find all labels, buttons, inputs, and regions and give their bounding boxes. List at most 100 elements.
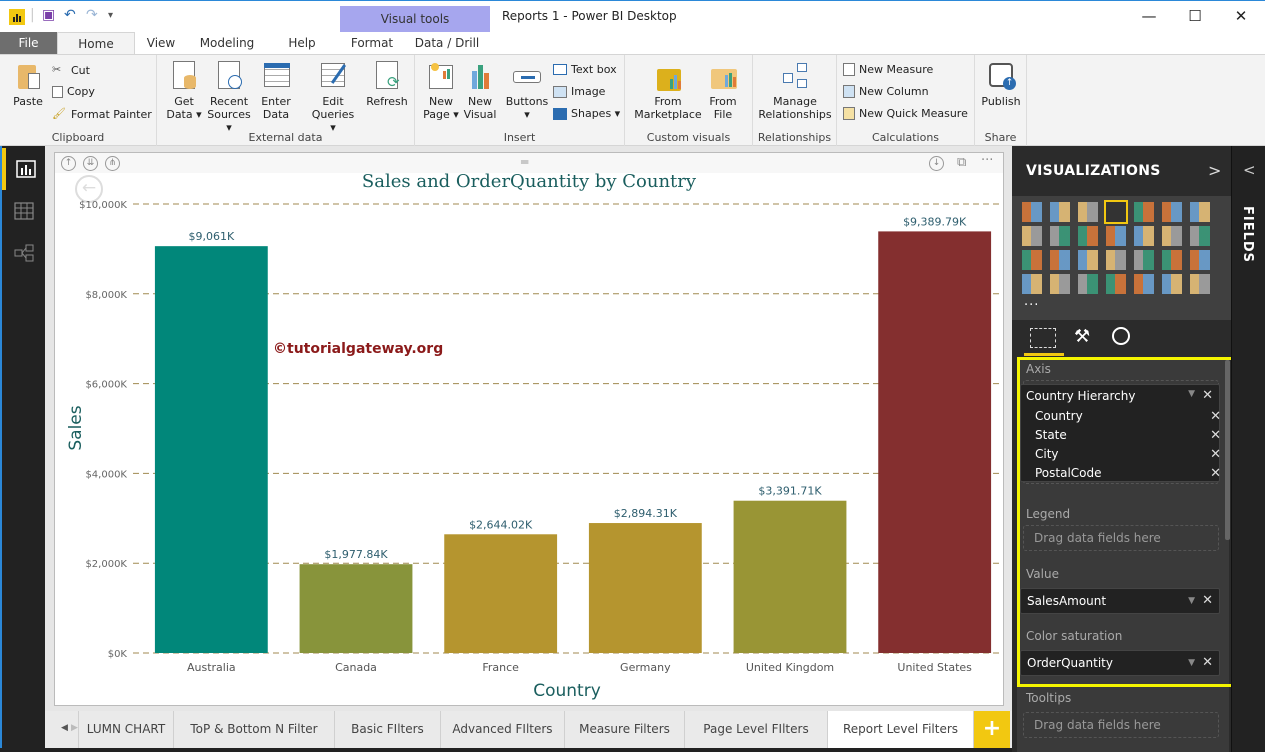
map-icon[interactable]: [1106, 250, 1126, 270]
format-painter-button[interactable]: 🖌 Format Painter: [52, 107, 152, 121]
ribbon-chart-icon[interactable]: [1134, 226, 1154, 246]
pie-chart-icon[interactable]: [1022, 250, 1042, 270]
remove-level-icon[interactable]: ✕: [1210, 447, 1221, 462]
remove-level-icon[interactable]: ✕: [1210, 428, 1221, 443]
maximize-button[interactable]: ☐: [1172, 5, 1218, 29]
remove-field-icon[interactable]: ✕: [1202, 589, 1213, 613]
from-file-button[interactable]: From File: [705, 61, 741, 121]
page-tab-active[interactable]: Report Level Filters: [828, 711, 974, 748]
cut-button[interactable]: ✂ Cut: [52, 63, 90, 77]
manage-relationships-button[interactable]: Manage Relationships: [755, 61, 835, 121]
add-page-button[interactable]: +: [974, 711, 1010, 748]
r-script-visual-icon[interactable]: [1190, 274, 1210, 294]
100-stacked-column-chart-icon[interactable]: [1162, 202, 1182, 222]
column-chart-visual[interactable]: ↑ ⇊ ⋔ ═ ↓ ⧉ ··· ← Sales and OrderQuantit…: [54, 152, 1004, 706]
clustered-column-chart-icon[interactable]: [1104, 200, 1128, 224]
sales-amount-field[interactable]: SalesAmount ▼ ✕: [1020, 588, 1220, 614]
customize-quick-access-icon[interactable]: ▾: [108, 10, 113, 21]
buttons-button[interactable]: Buttons ▾: [505, 61, 549, 121]
page-tab[interactable]: Advanced FIlters: [441, 711, 565, 748]
order-quantity-field[interactable]: OrderQuantity ▼ ✕: [1020, 650, 1220, 676]
card-icon[interactable]: [1022, 274, 1042, 294]
close-button[interactable]: ✕: [1218, 5, 1264, 29]
scatter-chart-icon[interactable]: [1190, 226, 1210, 246]
refresh-button[interactable]: ⟳ Refresh: [365, 61, 409, 108]
kpi-icon[interactable]: [1078, 274, 1098, 294]
analytics-magnifier-icon[interactable]: [1112, 327, 1130, 345]
from-marketplace-button[interactable]: From Marketplace: [633, 61, 703, 121]
remove-level-icon[interactable]: ✕: [1210, 409, 1221, 424]
tab-home[interactable]: Home: [57, 32, 135, 55]
collapse-visualizations-icon[interactable]: >: [1208, 161, 1221, 180]
treemap-icon[interactable]: [1078, 250, 1098, 270]
wells-scrollbar[interactable]: [1225, 360, 1230, 540]
tooltips-well[interactable]: Drag data fields here: [1023, 712, 1219, 738]
page-tab[interactable]: LUMN CHART: [78, 711, 174, 748]
edit-queries-button[interactable]: Edit Queries ▾: [309, 61, 357, 134]
minimize-button[interactable]: —: [1126, 5, 1172, 29]
new-column-button[interactable]: New Column: [843, 85, 929, 98]
new-page-button[interactable]: New Page ▾: [423, 61, 459, 121]
get-data-button[interactable]: Get Data ▾: [163, 61, 205, 121]
stacked-bar-chart-icon[interactable]: [1022, 202, 1042, 222]
stacked-area-chart-icon[interactable]: [1050, 226, 1070, 246]
stacked-column-chart-icon[interactable]: [1050, 202, 1070, 222]
country-hierarchy-field[interactable]: Country Hierarchy ▼ ✕ Country ✕ State ✕ Ci…: [1020, 384, 1221, 482]
100-stacked-bar-chart-icon[interactable]: [1134, 202, 1154, 222]
donut-chart-icon[interactable]: [1050, 250, 1070, 270]
dropdown-icon[interactable]: ▼: [1188, 589, 1195, 613]
format-paint-roller-icon[interactable]: ⚒: [1074, 326, 1090, 347]
clustered-bar-chart-icon[interactable]: [1078, 202, 1098, 222]
line-stacked-column-chart-icon[interactable]: [1106, 226, 1126, 246]
gauge-icon[interactable]: [1190, 250, 1210, 270]
tab-view[interactable]: View: [140, 32, 182, 54]
redo-icon[interactable]: ↷: [86, 7, 98, 23]
undo-icon[interactable]: ↶: [64, 7, 76, 23]
filled-map-icon[interactable]: [1134, 250, 1154, 270]
hierarchy-level[interactable]: PostalCode ✕: [1035, 466, 1221, 481]
line-clustered-column-chart-icon[interactable]: [1078, 226, 1098, 246]
hierarchy-level[interactable]: City ✕: [1035, 447, 1221, 462]
area-chart-icon[interactable]: [1022, 226, 1042, 246]
legend-well[interactable]: Drag data fields here: [1023, 525, 1219, 551]
expand-fields-icon[interactable]: <: [1243, 161, 1256, 179]
remove-field-icon[interactable]: ✕: [1202, 388, 1213, 403]
new-measure-button[interactable]: New Measure: [843, 63, 933, 76]
hierarchy-level[interactable]: Country ✕: [1035, 409, 1221, 424]
tab-data-drill[interactable]: Data / Drill: [412, 32, 482, 54]
enter-data-button[interactable]: Enter Data: [257, 61, 295, 121]
new-visual-button[interactable]: New Visual: [463, 61, 497, 121]
scroll-tabs-right-icon[interactable]: ▶: [71, 723, 78, 733]
save-icon[interactable]: ▣: [42, 7, 55, 23]
tab-file[interactable]: File: [0, 32, 57, 54]
fields-pane-collapsed[interactable]: < FIELDS: [1231, 146, 1265, 752]
new-quick-measure-button[interactable]: New Quick Measure: [843, 107, 968, 120]
report-view-button[interactable]: [2, 148, 45, 190]
recent-sources-button[interactable]: Recent Sources ▾: [205, 61, 253, 134]
remove-field-icon[interactable]: ✕: [1202, 651, 1213, 675]
tab-format[interactable]: Format: [345, 32, 399, 54]
publish-button[interactable]: ↑ Publish: [977, 61, 1025, 108]
relationship-view-button[interactable]: [2, 232, 45, 274]
fields-tab-icon[interactable]: [1030, 328, 1056, 348]
copy-button[interactable]: Copy: [52, 85, 95, 98]
scroll-tabs-left-icon[interactable]: ◀: [61, 723, 68, 733]
matrix-icon[interactable]: [1162, 274, 1182, 294]
dropdown-icon[interactable]: ▼: [1188, 651, 1195, 675]
text-box-button[interactable]: Text box: [553, 63, 617, 76]
line-chart-icon[interactable]: [1190, 202, 1210, 222]
shapes-button[interactable]: Shapes ▾: [553, 107, 620, 120]
hierarchy-level[interactable]: State ✕: [1035, 428, 1221, 443]
paste-button[interactable]: Paste: [8, 61, 48, 108]
image-button[interactable]: Image: [553, 85, 605, 98]
page-tab[interactable]: Page Level FIlters: [685, 711, 828, 748]
page-tab[interactable]: Basic FIlters: [335, 711, 441, 748]
tab-help[interactable]: Help: [280, 32, 324, 54]
funnel-icon[interactable]: [1162, 250, 1182, 270]
page-tab[interactable]: ToP & Bottom N Filter: [174, 711, 335, 748]
more-visuals-icon[interactable]: ...: [1024, 294, 1039, 309]
data-view-button[interactable]: [2, 190, 45, 232]
remove-level-icon[interactable]: ✕: [1210, 466, 1221, 481]
page-tab[interactable]: Measure Filters: [565, 711, 685, 748]
tab-modeling[interactable]: Modeling: [195, 32, 259, 54]
